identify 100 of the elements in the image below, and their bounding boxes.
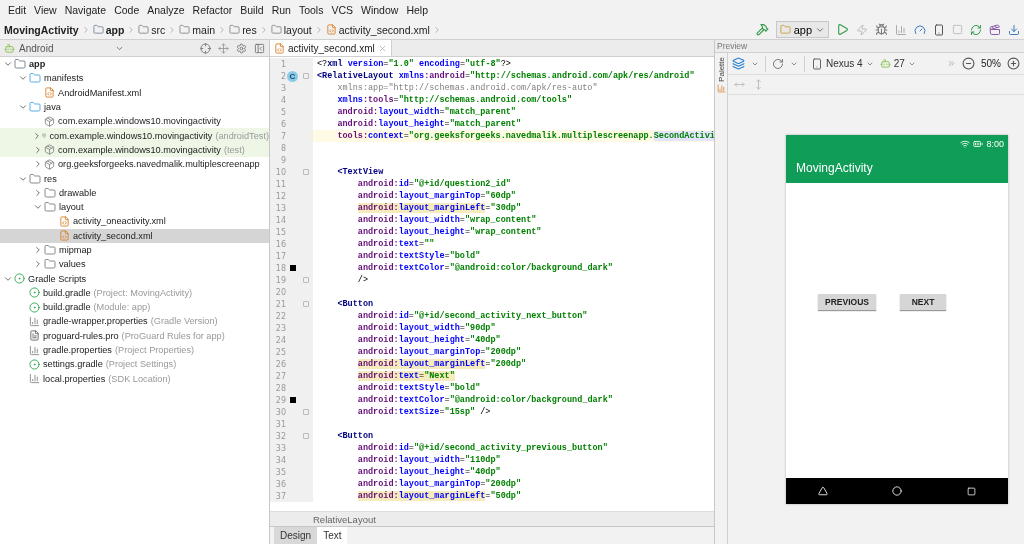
tree-item[interactable]: org.geeksforgeeks.navedmalik.multiplescreenapp — [0, 157, 269, 172]
close-icon[interactable] — [377, 43, 387, 53]
run-config-dropdown[interactable]: app — [775, 21, 829, 38]
view-tab[interactable]: Text — [317, 527, 348, 544]
app-button[interactable]: NEXT — [900, 294, 946, 310]
tree-item[interactable]: local.properties (SDK Location) — [0, 371, 269, 386]
menu-item[interactable]: Window — [357, 4, 403, 16]
fold-marker-icon[interactable] — [303, 433, 309, 439]
tree-item[interactable]: manifests — [0, 71, 269, 86]
xml-file-icon — [274, 42, 285, 54]
tree-item[interactable]: values — [0, 257, 269, 272]
hide-panel-icon[interactable] — [254, 42, 265, 54]
more-icon[interactable] — [947, 59, 956, 68]
menu-item[interactable]: VCS — [327, 4, 357, 16]
folder-icon — [44, 186, 56, 199]
home-icon[interactable] — [892, 486, 903, 496]
breadcrumb[interactable]: src — [151, 23, 166, 36]
breadcrumb[interactable]: activity_second.xml — [338, 23, 430, 36]
palette-tab[interactable]: Palette — [716, 57, 726, 82]
breadcrumb[interactable]: app — [105, 23, 125, 36]
tree-item[interactable]: gradle-wrapper.properties (Gradle Version) — [0, 314, 269, 329]
menu-item[interactable]: Navigate — [60, 4, 111, 16]
line-number: 24 — [274, 335, 286, 345]
file-icon — [29, 330, 40, 342]
fold-marker-icon[interactable] — [303, 73, 309, 79]
download-icon[interactable] — [1008, 23, 1020, 36]
code-line: xmlns:app="http://schemas.android.com/apk/res-auto" — [336, 83, 598, 93]
fold-marker-icon[interactable] — [303, 169, 309, 175]
folder-icon — [179, 24, 191, 35]
class-badge[interactable]: C — [287, 70, 298, 82]
line-number: 12 — [274, 191, 286, 201]
menu-item[interactable]: Refactor — [188, 4, 237, 16]
bar-chart-icon[interactable] — [895, 23, 907, 36]
line-number: 4 — [279, 95, 286, 105]
tree-item[interactable]: AndroidManifest.xml — [0, 85, 269, 100]
device-dropdown[interactable]: Nexus 4 — [811, 57, 874, 70]
lightning-icon[interactable] — [856, 23, 868, 36]
menu-item[interactable]: Code — [110, 4, 144, 16]
zoom-out-icon[interactable] — [962, 57, 975, 70]
tree-item[interactable]: drawable — [0, 185, 269, 200]
fold-marker-icon[interactable] — [303, 301, 309, 307]
api-level-dropdown[interactable]: 27 — [879, 58, 916, 69]
editor-tab[interactable]: activity_second.xml — [270, 40, 392, 56]
rotate-icon[interactable] — [772, 57, 784, 70]
menu-item[interactable]: Tools — [294, 4, 328, 16]
phone-icon[interactable] — [933, 23, 945, 36]
breadcrumb[interactable]: MovingActivity — [4, 23, 79, 36]
debug-icon[interactable] — [875, 23, 888, 36]
menu-item[interactable]: Build — [236, 4, 268, 16]
gauge-icon[interactable] — [914, 23, 926, 36]
layers-icon[interactable] — [732, 57, 745, 70]
tree-item[interactable]: build.gradle (Module: app) — [0, 300, 269, 315]
code-line: android:textColor="@android:color/background_dark" — [356, 263, 613, 273]
phone-icon — [811, 57, 823, 70]
code-line: <Button — [336, 299, 374, 309]
menu-item[interactable]: Analyze — [143, 4, 189, 16]
line-number: 26 — [274, 359, 286, 369]
tree-item[interactable]: res — [0, 171, 269, 186]
properties-file-icon — [29, 344, 40, 356]
zoom-in-icon[interactable] — [1007, 57, 1020, 70]
menu-item[interactable]: Run — [267, 4, 295, 16]
tree-item[interactable]: settings.gradle (Project Settings) — [0, 357, 269, 372]
code-line: android:id="@+id/question2_id" — [356, 179, 511, 189]
tree-item[interactable]: build.gradle (Project: MovingActivity) — [0, 285, 269, 301]
fold-marker-icon[interactable] — [303, 277, 309, 283]
vertical-arrows-icon[interactable] — [753, 79, 764, 90]
tree-item[interactable]: app — [0, 57, 269, 72]
tree-item[interactable]: java — [0, 99, 269, 115]
xml-file-icon — [325, 24, 337, 35]
tree-item[interactable]: activity_oneactivity.xml — [0, 214, 269, 229]
menu-item[interactable]: Edit — [4, 4, 31, 16]
run-icon[interactable] — [836, 23, 849, 36]
breadcrumb[interactable]: main — [192, 23, 216, 36]
stop-icon[interactable] — [952, 24, 963, 35]
fold-marker-icon[interactable] — [303, 409, 309, 415]
breadcrumb[interactable]: res — [242, 23, 257, 36]
tree-item[interactable]: activity_second.xml — [0, 228, 269, 243]
recents-icon[interactable] — [966, 486, 976, 496]
breadcrumb[interactable]: layout — [283, 23, 312, 36]
tree-item[interactable]: Gradle Scripts — [0, 271, 269, 286]
tree-item[interactable]: proguard-rules.pro (ProGuard Rules for app) — [0, 328, 269, 343]
crosshair-icon[interactable] — [200, 42, 211, 54]
view-tab[interactable]: Design — [274, 527, 318, 544]
element-path[interactable]: RelativeLayout — [313, 513, 376, 525]
tree-item[interactable]: layout — [0, 199, 269, 215]
tree-item[interactable]: mipmap — [0, 242, 269, 258]
sync-icon[interactable] — [970, 23, 982, 36]
hammer-icon[interactable] — [755, 23, 769, 36]
tree-item[interactable]: gradle.properties (Project Properties) — [0, 342, 269, 358]
back-icon[interactable] — [818, 486, 829, 496]
folder-icon — [229, 24, 241, 35]
settings-icon[interactable] — [236, 42, 247, 54]
folder-icon — [779, 24, 791, 35]
horizontal-arrows-icon[interactable] — [734, 79, 745, 90]
tree-item[interactable]: com.example.windows10.movingactivity (androidTest) — [0, 128, 269, 143]
app-button[interactable]: PREVIOUS — [818, 294, 876, 310]
line-number: 20 — [274, 287, 286, 297]
menu-item[interactable]: Help — [402, 4, 432, 16]
menu-item[interactable]: View — [30, 4, 61, 16]
tree-item[interactable]: com.example.windows10.movingactivity — [0, 114, 269, 129]
